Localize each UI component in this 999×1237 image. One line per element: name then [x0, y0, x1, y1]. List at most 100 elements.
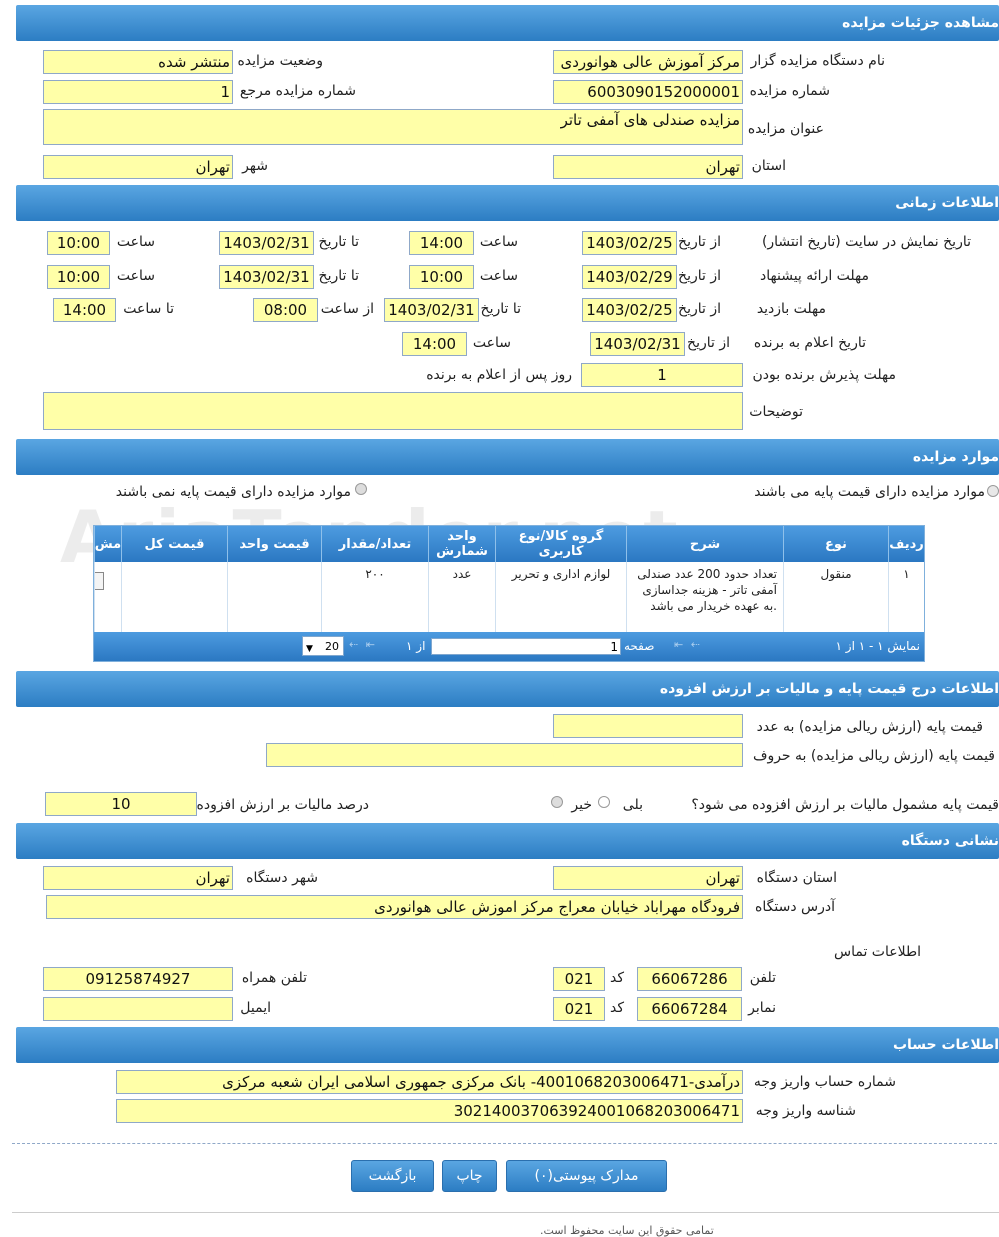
back-button[interactable]: بازگشت	[351, 1160, 434, 1192]
province-label: استان	[751, 158, 786, 174]
price-num-label: قیمت پایه (ارزش ریالی مزایده) به عدد	[756, 719, 983, 735]
title-label: عنوان مزایده	[747, 121, 824, 137]
vat-yes-radio[interactable]	[598, 796, 610, 808]
header-qty: تعداد/مقدار	[321, 526, 428, 562]
cell-desc: تعداد حدود 200 عدد صندلی آمفی تاتر - هزی…	[626, 562, 783, 632]
radio-without-base-price[interactable]	[355, 483, 367, 495]
pager-page-label: صفحه	[624, 639, 655, 653]
city-field: تهران	[43, 155, 233, 179]
header-extra: مش	[94, 526, 121, 562]
accept-label: مهلت پذیرش برنده بودن	[752, 367, 897, 383]
desc-label: توضیحات	[749, 404, 803, 420]
d3-from-hour-field: 08:00	[253, 298, 318, 322]
d2-from-time-label: ساعت	[479, 268, 518, 284]
desc-field	[43, 392, 743, 430]
status-label: وضعیت مزایده	[237, 53, 323, 69]
chevron-down-icon: ▼	[306, 644, 313, 654]
price-text-field	[266, 743, 743, 767]
d2-from-field: 1403/02/29	[582, 265, 677, 289]
footer-bar	[12, 1212, 999, 1236]
row-action-button[interactable]	[95, 572, 104, 590]
divider	[12, 1143, 997, 1144]
d2-to-time-label: ساعت	[116, 268, 155, 284]
account-field: درآمدی-4001068203006471- بانک مرکزی جمهو…	[116, 1070, 743, 1094]
account-label: شماره حساب واریز وجه	[753, 1074, 896, 1090]
d4-time-field: 14:00	[402, 332, 467, 356]
addr-city-label: شهر دستگاه	[246, 870, 318, 886]
header-row: ردیف	[888, 526, 924, 562]
vat-percent-label: درصد مالیات بر ارزش افزوده	[196, 797, 370, 813]
d3-from-hour-label: از ساعت	[320, 301, 374, 317]
fax-field: 66067284	[637, 997, 742, 1021]
vat-yes-label: بلی	[622, 797, 643, 813]
pager-size-select[interactable]: ▼ 20	[302, 636, 344, 656]
section-address-header: نشانی دستگاه	[16, 823, 999, 859]
org-field: مرکز آموزش عالی هوانوردی	[553, 50, 743, 74]
d1-from-field: 1403/02/25	[582, 231, 677, 255]
radio-with-label: موارد مزایده دارای قیمت پایه می باشند	[754, 484, 985, 500]
attachments-button[interactable]: مدارک پیوستی(۰)	[506, 1160, 667, 1192]
footer-copyright: تمامی حقوق این سایت محفوظ است.	[540, 1224, 714, 1237]
d1-to-label: تا تاریخ	[318, 234, 359, 250]
d1-from-label: از تاریخ	[678, 234, 721, 250]
d1-to-time-field: 10:00	[47, 231, 110, 255]
title-field: مزایده صندلی های آمفی تاتر	[43, 109, 743, 145]
d4-from-label: از تاریخ	[687, 335, 730, 351]
vat-question: قیمت پایه مشمول مالیات بر ارزش افزوده می…	[691, 797, 999, 813]
phone-field: 66067286	[637, 967, 742, 991]
d2-to-label: تا تاریخ	[318, 268, 359, 284]
number-label: شماره مزایده	[749, 83, 830, 99]
d2-to-field: 1403/02/31	[219, 265, 314, 289]
addr-label: آدرس دستگاه	[755, 899, 835, 915]
visit-label: مهلت بازدید	[756, 301, 826, 317]
d4-time-label: ساعت	[472, 335, 511, 351]
d2-from-label: از تاریخ	[678, 268, 721, 284]
section-account-header: اطلاعات حساب	[16, 1027, 999, 1063]
fax-label: نمابر	[748, 1000, 776, 1016]
payid-field: 302140037063924001068203006471	[116, 1099, 743, 1123]
pager-range: نمایش ۱ - ۱ از ۱	[835, 639, 920, 653]
header-group: گروه کالا/نوع کاربری	[495, 526, 626, 562]
ref-label: شماره مزایده مرجع	[239, 83, 356, 99]
radio-without-label: موارد مزایده دارای قیمت پایه نمی باشند	[115, 484, 351, 500]
mobile-label: تلفن همراه	[241, 970, 307, 986]
cell-group: لوازم اداری و تحریر	[495, 562, 626, 632]
pager-of-label: از ۱	[406, 639, 426, 653]
d3-to-hour-label: تا ساعت	[123, 301, 174, 317]
accept-suffix: روز پس از اعلام به برنده	[426, 367, 572, 383]
number-field: 6003090152000001	[553, 80, 743, 104]
addr-prov-field: تهران	[553, 866, 743, 890]
d1-from-time-field: 14:00	[409, 231, 474, 255]
cell-row: ۱	[888, 562, 924, 632]
org-label: نام دستگاه مزایده گزار	[750, 53, 885, 69]
items-grid: ردیف نوع شرح گروه کالا/نوع کاربری واحد ش…	[93, 525, 925, 662]
d3-from-label: از تاریخ	[678, 301, 721, 317]
mobile-field: 09125874927	[43, 967, 233, 991]
addr-field: فرودگاه مهراباد خیابان معراج مرکز اموزش …	[46, 895, 743, 919]
email-label: ایمیل	[240, 1000, 271, 1016]
section-timing-header: اطلاعات زمانی	[16, 185, 999, 221]
pager-size-value: 20	[325, 640, 339, 653]
price-num-field	[553, 714, 743, 738]
addr-prov-label: استان دستگاه	[756, 870, 837, 886]
print-button[interactable]: چاپ	[442, 1160, 497, 1192]
header-unit: واحد شمارش	[428, 526, 495, 562]
status-field: منتشر شده	[43, 50, 233, 74]
price-text-label: قیمت پایه (ارزش ریالی مزایده) به حروف	[752, 748, 995, 764]
vat-percent-field: 10	[45, 792, 197, 816]
pager-next-icons[interactable]: ⇠ ⇤	[349, 638, 377, 651]
header-unit-price: قیمت واحد	[227, 526, 321, 562]
pager-prev-icons[interactable]: ⇤ ⇠	[674, 638, 702, 651]
radio-with-base-price[interactable]	[987, 485, 999, 497]
section-items-header: موارد مزایده	[16, 439, 999, 475]
addr-city-field: تهران	[43, 866, 233, 890]
pager-page-input[interactable]: 1	[431, 638, 621, 655]
vat-no-radio[interactable]	[551, 796, 563, 808]
d3-from-field: 1403/02/25	[582, 298, 677, 322]
d4-from-field: 1403/02/31	[590, 332, 685, 356]
section-details-header: مشاهده جزئیات مزایده	[16, 5, 999, 41]
city-label: شهر	[242, 158, 268, 174]
cell-total-price	[121, 562, 227, 632]
d3-to-hour-field: 14:00	[53, 298, 116, 322]
d1-to-field: 1403/02/31	[219, 231, 314, 255]
